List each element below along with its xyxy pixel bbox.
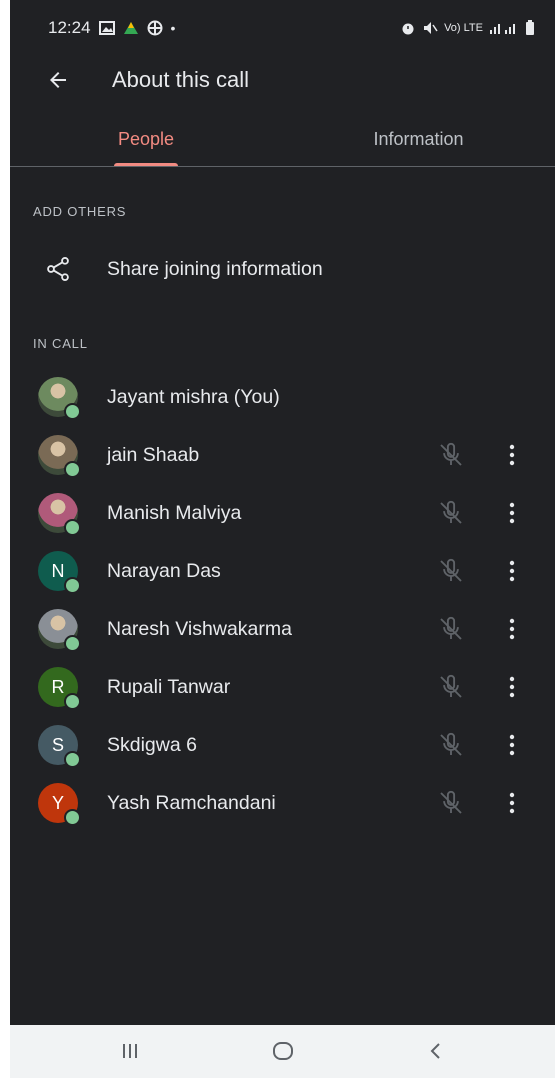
tab-people[interactable]: People — [10, 112, 282, 166]
participant-row[interactable]: Y Yash Ramchandani — [10, 774, 555, 832]
presence-indicator — [64, 809, 81, 826]
signal-icon — [490, 24, 515, 34]
recent-apps-button[interactable] — [100, 1031, 160, 1071]
home-button[interactable] — [253, 1031, 313, 1071]
avatar: Y — [38, 783, 81, 826]
gallery-notification-icon — [98, 21, 115, 35]
participant-row[interactable]: Manish Malviya — [10, 484, 555, 542]
participant-row[interactable]: S Skdigwa 6 — [10, 716, 555, 774]
nav-back-icon — [430, 1043, 440, 1059]
participant-name: Rupali Tanwar — [107, 675, 231, 698]
home-icon — [273, 1042, 293, 1060]
avatar: N — [38, 551, 81, 594]
mic-off-icon[interactable] — [436, 730, 466, 760]
presence-indicator — [64, 751, 81, 768]
avatar — [38, 377, 81, 420]
participant-row[interactable]: Jayant mishra (You) — [10, 368, 555, 426]
tab-bar: People Information — [10, 112, 555, 167]
avatar: S — [38, 725, 81, 768]
app-bar: About this call — [10, 56, 555, 104]
mic-off-icon[interactable] — [436, 614, 466, 644]
presence-indicator — [64, 577, 81, 594]
participant-name: Skdigwa 6 — [107, 733, 197, 756]
more-vert-icon[interactable] — [500, 730, 524, 760]
mic-off-icon[interactable] — [436, 788, 466, 818]
system-nav-bar — [10, 1025, 555, 1078]
share-joining-info-button[interactable]: Share joining information — [10, 240, 555, 298]
status-bar: 12:24 • Vo) LTE — [10, 0, 555, 56]
active-tab-indicator — [114, 163, 178, 166]
participant-name: Manish Malviya — [107, 501, 242, 524]
share-icon — [47, 256, 69, 282]
participant-name: Jayant mishra (You) — [107, 385, 280, 408]
share-joining-info-label: Share joining information — [107, 257, 323, 280]
participant-row[interactable]: Naresh Vishwakarma — [10, 600, 555, 658]
participant-row[interactable]: R Rupali Tanwar — [10, 658, 555, 716]
section-label-in-call: IN CALL — [33, 336, 88, 351]
avatar — [38, 493, 81, 536]
avatar — [38, 435, 81, 478]
avatar-initial: S — [51, 734, 64, 755]
more-vert-icon[interactable] — [500, 614, 524, 644]
participant-name: Yash Ramchandani — [107, 791, 276, 814]
avatar-initial: R — [51, 676, 65, 697]
avatar — [38, 609, 81, 652]
participant-name: Narayan Das — [107, 559, 221, 582]
participant-row[interactable]: N Narayan Das — [10, 542, 555, 600]
nav-back-button[interactable] — [406, 1031, 466, 1071]
more-vert-icon[interactable] — [500, 440, 524, 470]
back-button[interactable] — [36, 58, 80, 102]
battery-icon — [526, 20, 534, 35]
avatar: R — [38, 667, 81, 710]
recent-apps-icon — [123, 1044, 137, 1058]
mic-off-icon[interactable] — [436, 672, 466, 702]
avatar-initial: Y — [51, 792, 64, 813]
more-notifications-dot: • — [170, 20, 176, 36]
mute-sound-icon — [424, 22, 438, 34]
more-vert-icon[interactable] — [500, 556, 524, 586]
participant-name: jain Shaab — [107, 443, 200, 466]
status-time: 12:24 — [48, 18, 91, 37]
avatar-initial: N — [51, 560, 65, 581]
mic-off-icon[interactable] — [436, 440, 466, 470]
call-screen: 12:24 • Vo) LTE About this call People I… — [10, 0, 555, 1078]
tab-people-label: People — [117, 128, 175, 149]
tab-information[interactable]: Information — [282, 112, 555, 166]
arrow-back-icon — [50, 72, 66, 88]
tab-information-label: Information — [373, 128, 464, 149]
network-label: Vo) LTE — [444, 22, 483, 34]
presence-indicator — [64, 519, 81, 536]
presence-indicator — [64, 461, 81, 478]
more-vert-icon[interactable] — [500, 498, 524, 528]
more-vert-icon[interactable] — [500, 788, 524, 818]
alarm-icon — [402, 23, 414, 35]
drive-notification-icon — [123, 22, 138, 34]
presence-indicator — [64, 403, 81, 420]
presence-indicator — [64, 693, 81, 710]
page-title: About this call — [112, 67, 249, 92]
participant-name: Naresh Vishwakarma — [107, 617, 292, 640]
mic-off-icon[interactable] — [436, 556, 466, 586]
section-label-add-others: ADD OTHERS — [33, 204, 127, 219]
presence-indicator — [64, 635, 81, 652]
more-vert-icon[interactable] — [500, 672, 524, 702]
participant-row[interactable]: jain Shaab — [10, 426, 555, 484]
mic-off-icon[interactable] — [436, 498, 466, 528]
globe-notification-icon — [147, 20, 163, 36]
